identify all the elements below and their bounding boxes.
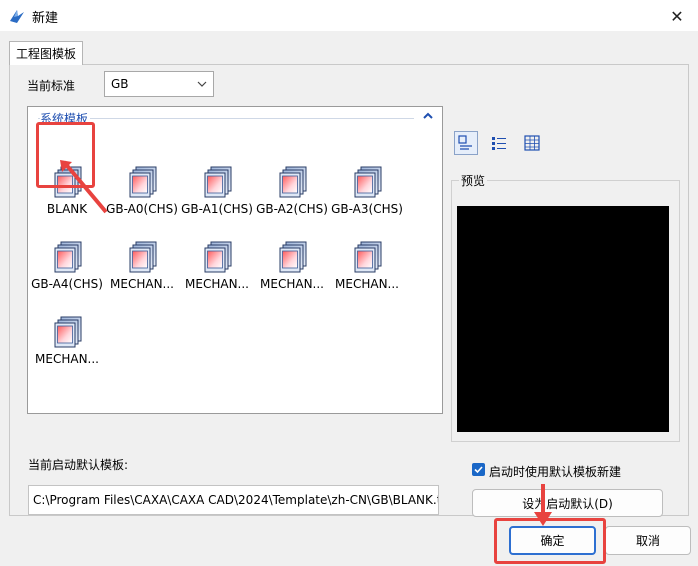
details-view-icon [524, 135, 540, 151]
template-item-label: GB-A2(CHS) [256, 202, 328, 216]
window-title: 新建 [32, 11, 59, 26]
annotation-arrow-down-icon [534, 484, 552, 526]
cancel-button[interactable]: 取消 [605, 526, 691, 555]
startup-default-checkbox[interactable] [472, 463, 485, 476]
template-item[interactable]: GB-A1(CHS) [178, 165, 256, 235]
title-bar: 新建 ✕ [0, 0, 698, 31]
default-template-path-field[interactable]: C:\Program Files\CAXA\CAXA CAD\2024\Temp… [28, 485, 439, 515]
caxa-app-icon [10, 10, 24, 23]
dialog-client: 工程图模板 当前标准 GB 系统模板 BLANK GB-A0(CHS) GB-A1(… [0, 31, 698, 566]
list-view-button[interactable] [487, 131, 511, 155]
template-item[interactable]: MECHAN... [103, 240, 181, 310]
template-item[interactable]: MECHAN... [28, 315, 106, 385]
standard-label: 当前标准 [27, 79, 76, 93]
list-view-icon [492, 137, 506, 150]
template-file-icon [129, 166, 157, 198]
template-file-icon [204, 241, 232, 273]
tab-engineering-drawing-template[interactable]: 工程图模板 [9, 41, 83, 65]
preview-canvas [457, 206, 669, 432]
chevron-down-icon [197, 81, 207, 87]
checkmark-icon [474, 466, 483, 474]
template-file-icon [129, 241, 157, 273]
template-file-icon [54, 241, 82, 273]
template-item-label: GB-A4(CHS) [31, 277, 103, 291]
template-item[interactable]: GB-A3(CHS) [328, 165, 406, 235]
template-file-icon [54, 316, 82, 348]
preview-label: 预览 [459, 172, 488, 189]
chevron-up-icon[interactable] [422, 111, 434, 121]
large-icons-view-icon [458, 135, 472, 150]
template-item[interactable]: GB-A2(CHS) [253, 165, 331, 235]
template-item[interactable]: MECHAN... [253, 240, 331, 310]
template-item-label: MECHAN... [110, 277, 174, 291]
large-icons-view-button[interactable] [454, 131, 478, 155]
tab-label: 工程图模板 [15, 47, 76, 61]
set-startup-default-button[interactable]: 设为启动默认(D) [472, 489, 663, 517]
template-item-label: GB-A1(CHS) [181, 202, 253, 216]
template-item-label: MECHAN... [260, 277, 324, 291]
close-icon: ✕ [670, 6, 684, 26]
template-item-label: MECHAN... [335, 277, 399, 291]
template-file-icon [204, 166, 232, 198]
default-template-label: 当前启动默认模板: [28, 458, 129, 472]
close-button[interactable]: ✕ [666, 5, 688, 27]
annotation-arrow-icon [60, 160, 108, 214]
template-item[interactable]: MECHAN... [178, 240, 256, 310]
template-item[interactable]: MECHAN... [328, 240, 406, 310]
template-item-label: MECHAN... [35, 352, 99, 366]
standard-value: GB [111, 77, 129, 91]
startup-default-checkbox-label[interactable]: 启动时使用默认模板新建 [489, 463, 621, 480]
template-file-icon [279, 166, 307, 198]
template-item[interactable]: GB-A4(CHS) [28, 240, 106, 310]
details-view-button[interactable] [520, 131, 544, 155]
template-file-icon [279, 241, 307, 273]
group-divider [38, 118, 414, 119]
template-item-label: MECHAN... [185, 277, 249, 291]
standard-select[interactable]: GB [104, 71, 214, 97]
template-file-icon [354, 241, 382, 273]
template-file-icon [354, 166, 382, 198]
template-item-label: GB-A3(CHS) [331, 202, 403, 216]
